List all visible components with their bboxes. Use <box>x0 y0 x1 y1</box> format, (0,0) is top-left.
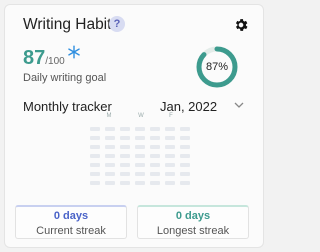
longest-streak-label: Longest streak <box>156 225 230 237</box>
current-streak-value: 0 days <box>53 210 89 222</box>
calendar-day-cell <box>120 172 130 176</box>
progress-percent: 87% <box>205 61 229 73</box>
calendar-day-cell <box>90 154 100 158</box>
calendar-day-cell <box>165 127 175 131</box>
calendar-day-cell <box>135 154 145 158</box>
calendar-day-cell <box>150 154 160 158</box>
calendar-day-cell <box>180 145 190 149</box>
calendar-day-cell <box>120 163 130 167</box>
calendar-day-cell <box>90 163 100 167</box>
calendar-day-cell <box>165 154 175 158</box>
writing-habit-widget: Writing Habit ? 87/100 Daily writing goa… <box>4 4 264 248</box>
goal-score-value: 87 <box>23 47 46 69</box>
calendar-day-cell <box>90 127 100 131</box>
calendar-day-cell <box>150 145 160 149</box>
calendar-day-cell <box>165 163 175 167</box>
monthly-tracker-title: Monthly tracker <box>23 99 112 114</box>
calendar-day-cell <box>120 145 130 149</box>
calendar-day-cell <box>165 181 175 185</box>
calendar-day-cell <box>120 154 130 158</box>
weekday-label: F <box>169 113 173 119</box>
calendar-day-cell <box>105 145 115 149</box>
calendar-day-cell <box>135 163 145 167</box>
goal-score-max: /100 <box>45 56 65 67</box>
calendar-day-cell <box>90 181 100 185</box>
calendar-day-cell <box>135 127 145 131</box>
gear-icon[interactable] <box>233 17 249 33</box>
calendar-day-cell <box>150 172 160 176</box>
calendar-day-cell <box>135 145 145 149</box>
calendar-day-cell <box>120 127 130 131</box>
calendar-day-cell <box>135 181 145 185</box>
calendar-day-cell <box>105 163 115 167</box>
calendar-day-cell <box>105 181 115 185</box>
calendar-day-cell <box>150 181 160 185</box>
current-streak-label: Current streak <box>36 225 106 237</box>
calendar-day-cell <box>105 154 115 158</box>
calendar-day-cell <box>150 136 160 140</box>
chevron-down-icon[interactable] <box>233 99 245 111</box>
widget-title: Writing Habit <box>23 16 112 33</box>
calendar-day-cell <box>135 172 145 176</box>
calendar-day-cell <box>150 127 160 131</box>
weekday-label: W <box>138 113 144 119</box>
calendar-day-cell <box>120 136 130 140</box>
snowflake-icon <box>68 45 80 59</box>
calendar-day-cell <box>165 136 175 140</box>
help-icon[interactable]: ? <box>109 16 125 32</box>
month-selector[interactable]: Jan, 2022 <box>160 99 217 114</box>
calendar-day-cell <box>150 163 160 167</box>
calendar-day-cell <box>90 136 100 140</box>
calendar-day-cell <box>105 127 115 131</box>
calendar-day-cell <box>165 145 175 149</box>
calendar-day-cell <box>105 172 115 176</box>
weekday-label: M <box>106 113 112 119</box>
calendar-day-cell <box>135 136 145 140</box>
calendar-day-cell <box>180 136 190 140</box>
current-streak-box: 0 days Current streak <box>15 205 127 239</box>
longest-streak-box: 0 days Longest streak <box>137 205 249 239</box>
calendar-day-cell <box>90 172 100 176</box>
calendar-day-cell <box>165 172 175 176</box>
calendar-day-cell <box>180 127 190 131</box>
calendar-grid: M W F <box>90 113 210 193</box>
calendar-day-cell <box>120 181 130 185</box>
goal-score: 87/100 <box>23 47 65 70</box>
calendar-day-cell <box>180 163 190 167</box>
calendar-day-cell <box>105 136 115 140</box>
calendar-day-cell <box>180 181 190 185</box>
calendar-day-cell <box>90 145 100 149</box>
calendar-day-cell <box>180 172 190 176</box>
calendar-day-cell <box>180 154 190 158</box>
longest-streak-value: 0 days <box>175 210 211 222</box>
goal-label: Daily writing goal <box>23 72 107 84</box>
